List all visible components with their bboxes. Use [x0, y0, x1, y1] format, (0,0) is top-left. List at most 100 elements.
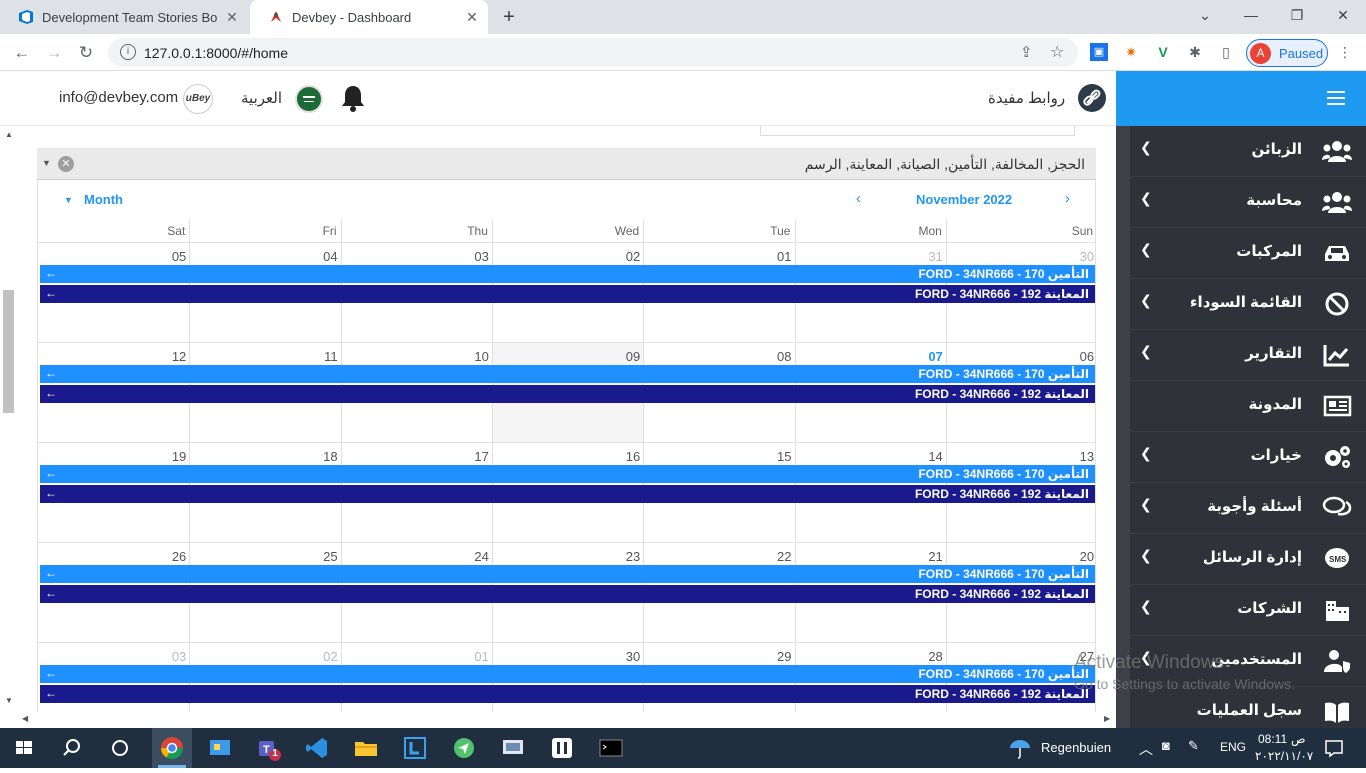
- scroll-left-icon[interactable]: ◀: [22, 714, 28, 723]
- file-explorer-icon[interactable]: [352, 734, 380, 762]
- tab-dev-stories[interactable]: Development Team Stories Board ✕: [0, 0, 248, 34]
- day-number[interactable]: 16: [626, 449, 640, 464]
- minimize-button[interactable]: —: [1228, 0, 1274, 30]
- weather-rain-icon[interactable]: [1006, 734, 1034, 762]
- page-scrollbar[interactable]: ▲ ▼: [0, 126, 18, 712]
- hamburger-menu-icon[interactable]: [1327, 91, 1345, 105]
- weather-label[interactable]: Regenbuien: [1041, 740, 1111, 755]
- calendar-event-inspection[interactable]: ← المعاينة 192 - FORD - 34NR666: [40, 285, 1095, 303]
- collapse-icon[interactable]: ▼: [42, 158, 51, 168]
- day-number[interactable]: 11: [324, 349, 338, 364]
- tab-search-icon[interactable]: ⌄: [1182, 0, 1228, 30]
- terminal-icon[interactable]: [597, 734, 625, 762]
- day-number[interactable]: 08: [777, 349, 791, 364]
- day-number[interactable]: 04: [323, 249, 337, 264]
- view-selector[interactable]: Month: [84, 192, 123, 207]
- windows-start-icon[interactable]: [10, 734, 38, 762]
- scroll-down-icon[interactable]: ▼: [5, 696, 13, 705]
- day-number[interactable]: 15: [777, 449, 791, 464]
- day-number[interactable]: 26: [172, 549, 186, 564]
- back-icon[interactable]: ←: [8, 39, 36, 67]
- calendar-event-insurance[interactable]: ← التأمين 170 - FORD - 34NR666: [40, 565, 1095, 583]
- sidebar-item-5[interactable]: المدونة: [1130, 381, 1366, 432]
- day-number[interactable]: 25: [323, 549, 337, 564]
- chevron-left-icon[interactable]: ❮: [1140, 343, 1152, 360]
- link-icon[interactable]: [1078, 84, 1106, 112]
- day-number[interactable]: 31: [928, 249, 942, 264]
- notifications-icon[interactable]: [1320, 734, 1348, 762]
- chevron-left-icon[interactable]: ❮: [1140, 292, 1152, 309]
- browser-menu-icon[interactable]: ⋮: [1336, 43, 1354, 61]
- day-number[interactable]: 06: [1080, 349, 1094, 364]
- chevron-left-icon[interactable]: ❮: [1140, 241, 1152, 258]
- chevron-left-icon[interactable]: ❮: [1140, 445, 1152, 462]
- horizontal-scrollbar[interactable]: ◀ ▶: [18, 712, 1116, 728]
- profile-button[interactable]: A Paused: [1246, 39, 1328, 67]
- day-number[interactable]: 30: [626, 649, 640, 664]
- calendar-event-inspection[interactable]: ← المعاينة 192 - FORD - 34NR666: [40, 385, 1095, 403]
- day-number[interactable]: 03: [474, 249, 488, 264]
- chevron-left-icon[interactable]: ❮: [1140, 139, 1152, 156]
- address-bar[interactable]: i 127.0.0.1:8000/#/home ⇪ ☆: [108, 38, 1078, 67]
- prev-month-icon[interactable]: ‹: [856, 190, 861, 207]
- webcam-icon[interactable]: ◙: [1162, 738, 1170, 753]
- app-brackets-icon[interactable]: [548, 734, 576, 762]
- chrome-taskbar-icon[interactable]: [152, 728, 192, 768]
- new-tab-button[interactable]: +: [498, 6, 520, 28]
- sidebar-item-2[interactable]: المركبات ❮: [1130, 228, 1366, 279]
- pen-icon[interactable]: ✎: [1188, 738, 1199, 754]
- bookmark-star-icon[interactable]: ☆: [1050, 42, 1064, 62]
- sidebar-item-3[interactable]: القائمة السوداء ❮: [1130, 279, 1366, 330]
- sidebar-item-8[interactable]: إدارة الرسائل SMS ❮: [1130, 534, 1366, 585]
- scroll-right-icon[interactable]: ▶: [1104, 714, 1110, 723]
- notification-bell-icon[interactable]: [340, 84, 366, 112]
- day-number[interactable]: 30: [1080, 249, 1094, 264]
- next-month-icon[interactable]: ›: [1065, 190, 1070, 207]
- day-number[interactable]: 18: [323, 449, 337, 464]
- calendar-event-insurance[interactable]: ← التأمين 170 - FORD - 34NR666: [40, 365, 1095, 383]
- day-number[interactable]: 21: [928, 549, 942, 564]
- day-number[interactable]: 09: [626, 349, 640, 364]
- input-language[interactable]: ENG: [1220, 740, 1246, 754]
- day-number[interactable]: 24: [474, 549, 488, 564]
- clock-time[interactable]: 08:11: [1258, 732, 1287, 746]
- restore-button[interactable]: ❐: [1274, 0, 1320, 30]
- clock-date[interactable]: ٢٠٢٢/١١/٠٧: [1255, 749, 1313, 763]
- sidebar-item-1[interactable]: محاسبة ❮: [1130, 177, 1366, 228]
- site-info-icon[interactable]: i: [120, 44, 136, 60]
- day-number[interactable]: 07: [928, 349, 942, 364]
- language-switch[interactable]: العربية: [241, 89, 282, 107]
- remote-desktop-icon[interactable]: [499, 734, 527, 762]
- teams-icon[interactable]: T 1: [255, 734, 283, 762]
- saudi-flag-icon[interactable]: [295, 85, 323, 113]
- day-number[interactable]: 19: [172, 449, 186, 464]
- sidebar-scrollbar[interactable]: [1116, 126, 1130, 728]
- sidebar-item-9[interactable]: الشركات ❮: [1130, 585, 1366, 636]
- extensions-puzzle-icon[interactable]: ✱: [1186, 43, 1204, 61]
- day-number[interactable]: 05: [172, 249, 186, 264]
- sidebar-item-7[interactable]: أسئلة وأجوبة ❮: [1130, 483, 1366, 534]
- reload-icon[interactable]: ↻: [72, 39, 100, 67]
- day-number[interactable]: 14: [928, 449, 942, 464]
- chevron-left-icon[interactable]: ❮: [1140, 190, 1152, 207]
- scroll-thumb[interactable]: [3, 290, 14, 413]
- day-number[interactable]: 22: [777, 549, 791, 564]
- tab-devbey-dashboard[interactable]: Devbey - Dashboard ✕: [250, 0, 488, 34]
- extension-trello-icon[interactable]: ▣: [1090, 43, 1108, 61]
- forward-icon[interactable]: →: [40, 39, 68, 67]
- day-number[interactable]: 29: [777, 649, 791, 664]
- tray-overflow-icon[interactable]: ︿: [1139, 739, 1153, 759]
- calendar-event-insurance[interactable]: ← التأمين 170 - FORD - 34NR666: [40, 665, 1095, 683]
- close-panel-icon[interactable]: ✕: [58, 156, 74, 172]
- day-number[interactable]: 20: [1080, 549, 1094, 564]
- calendar-event-inspection[interactable]: ← المعاينة 192 - FORD - 34NR666: [40, 585, 1095, 603]
- calendar-event-insurance[interactable]: ← التأمين 170 - FORD - 34NR666: [40, 265, 1095, 283]
- day-number[interactable]: 12: [172, 349, 186, 364]
- day-number[interactable]: 01: [777, 249, 791, 264]
- postman-like-icon[interactable]: [450, 734, 478, 762]
- share-icon[interactable]: ⇪: [1020, 43, 1033, 61]
- close-tab-icon[interactable]: ✕: [464, 9, 480, 25]
- chevron-left-icon[interactable]: ❮: [1140, 598, 1152, 615]
- email-link[interactable]: info@devbey.com: [59, 89, 178, 106]
- close-window-button[interactable]: ✕: [1320, 0, 1366, 30]
